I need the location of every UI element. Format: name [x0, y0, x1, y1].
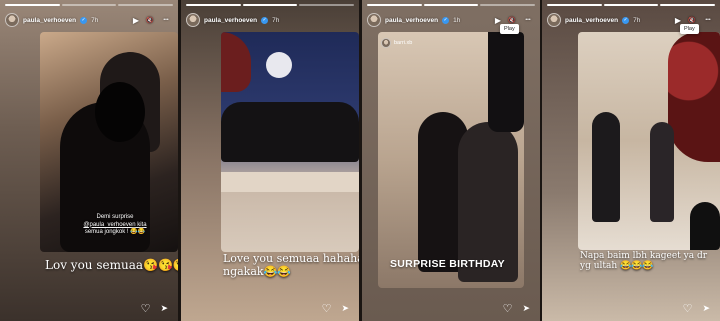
username[interactable]: paula_verhoeven: [204, 17, 257, 24]
story-4-footer: ♡ ➤: [542, 299, 720, 317]
caption-line: Napa baim lbh kageet ya dr: [580, 251, 708, 261]
verified-badge-icon: ✓: [80, 16, 88, 24]
timestamp: 7h: [91, 16, 99, 24]
send-icon[interactable]: ➤: [522, 303, 530, 314]
timestamp: 1h: [453, 16, 461, 24]
story-card-4[interactable]: paula_verhoeven ✓ 7h ▶ 🔇 ••• Play Napa b…: [542, 0, 720, 321]
more-options-icon[interactable]: •••: [159, 14, 173, 26]
heart-icon[interactable]: ♡: [141, 302, 151, 315]
username[interactable]: paula_verhoeven: [565, 17, 618, 24]
story-1-footer: ♡ ➤: [0, 299, 178, 317]
play-tooltip: Play: [680, 24, 699, 34]
mute-icon[interactable]: 🔇: [145, 14, 155, 26]
verified-badge-icon: ✓: [442, 16, 450, 24]
send-icon[interactable]: ➤: [341, 303, 349, 314]
story-card-1[interactable]: paula_verhoeven ✓ 7h ▶ 🔇 ••• Demi surpri…: [0, 0, 178, 321]
story-3-footer: ♡ ➤: [362, 299, 540, 317]
timestamp: 7h: [633, 16, 641, 24]
avatar[interactable]: [367, 13, 381, 27]
story-3-caption: SURPRISE BIRTHDAY: [390, 258, 505, 270]
story-1-header: paula_verhoeven ✓ 7h ▶ 🔇 •••: [5, 12, 173, 28]
repost-username: barri.xb: [394, 40, 413, 46]
username[interactable]: paula_verhoeven: [23, 17, 76, 24]
story-2-header: paula_verhoeven ✓ 7h: [186, 12, 354, 28]
send-icon[interactable]: ➤: [160, 303, 168, 314]
avatar[interactable]: [186, 13, 200, 27]
story-1-caption: Lov you semuaa😘😘😘: [45, 258, 178, 272]
story-3-media[interactable]: [378, 32, 524, 288]
avatar[interactable]: [5, 13, 19, 27]
story-2-caption: Love you semuaa hahaha ngakak😂😂: [223, 252, 359, 278]
caption-line: Love you semuaa hahaha: [223, 252, 359, 265]
heart-icon[interactable]: ♡: [683, 302, 693, 315]
person-silhouette: [650, 122, 674, 222]
story-card-3[interactable]: paula_verhoeven ✓ 1h ▶ 🔇 ••• Play barri.…: [362, 0, 540, 321]
avatar: [381, 38, 391, 48]
more-options-icon[interactable]: •••: [521, 14, 535, 26]
story-4-caption: Napa baim lbh kageet ya dr yg ultah 😂😂😂: [580, 251, 707, 271]
person-silhouette: [488, 32, 524, 132]
stage-steps: [221, 172, 359, 192]
person-silhouette: [690, 202, 720, 250]
story-1-progress: [5, 4, 174, 6]
story-2-footer: ♡ ➤: [181, 299, 359, 317]
story-3-progress: [367, 4, 536, 6]
caption-line: @paula_verhoeven kita: [83, 221, 147, 228]
play-tooltip: Play: [500, 24, 519, 34]
verified-badge-icon: ✓: [622, 16, 630, 24]
story-4-progress: [547, 4, 716, 6]
story-2-media[interactable]: [221, 32, 359, 252]
person-silhouette: [592, 112, 620, 222]
username[interactable]: paula_verhoeven: [385, 17, 438, 24]
repost-attribution[interactable]: barri.xb: [381, 38, 412, 48]
more-options-icon[interactable]: •••: [701, 14, 715, 26]
heart-icon[interactable]: ♡: [503, 302, 513, 315]
caption-line: Demi surprise: [96, 214, 134, 220]
story-card-2[interactable]: paula_verhoeven ✓ 7h Love you semuaa hah…: [181, 0, 359, 321]
tree-silhouette: [221, 32, 251, 92]
crowd-silhouette: [221, 102, 359, 162]
timestamp: 7h: [272, 16, 280, 24]
story-1-sticker-text: Demi surprise @paula_verhoeven kita semu…: [70, 214, 160, 237]
story-4-media[interactable]: [578, 32, 720, 250]
caption-line: ngakak😂😂: [223, 265, 291, 278]
play-icon[interactable]: ▶: [131, 14, 141, 26]
verified-badge-icon: ✓: [261, 16, 269, 24]
avatar[interactable]: [547, 13, 561, 27]
story-2-progress: [186, 4, 355, 6]
caption-line: semua jongkok ! 😂😂: [84, 229, 146, 235]
umbrella-light: [266, 52, 292, 78]
flower-tree: [668, 32, 720, 162]
caption-line: yg ultah 😂😂😂: [580, 261, 654, 271]
heart-icon[interactable]: ♡: [322, 302, 332, 315]
send-icon[interactable]: ➤: [702, 303, 710, 314]
hair-silhouette: [95, 82, 145, 142]
